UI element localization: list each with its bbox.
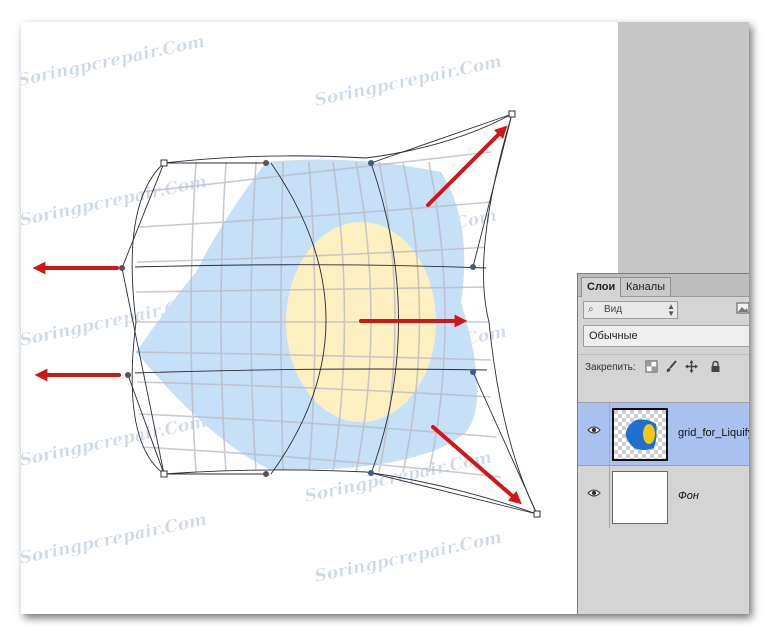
watermark-text: Soringpcrepair.Com [21,510,209,569]
corner-handle [160,159,168,167]
watermark-text: Soringpcrepair.Com [21,412,209,471]
layer-thumbnail [612,471,668,524]
chevron-updown-icon: ▲ ▼ [667,302,675,318]
corner-handle [508,110,516,118]
tab-channels[interactable]: Каналы [620,277,672,296]
blend-mode-label: Обычные [589,330,638,342]
layer-row-grid-for-liquify[interactable]: grid_for_Liquify [578,402,749,465]
tab-layers[interactable]: Слои [581,277,622,297]
visibility-divider [609,466,610,528]
lock-icon[interactable] [709,360,722,373]
control-point [368,470,374,476]
control-point [263,471,269,477]
corner-handle [160,470,168,478]
blend-mode-select[interactable]: Обычные [583,325,749,347]
watermark-text: Soringpcrepair.Com [21,172,209,231]
layer-thumbnail [612,408,668,461]
lock-transparency-icon[interactable] [645,360,658,373]
eye-icon[interactable] [587,425,601,435]
image-filter-icon[interactable] [736,302,749,315]
search-icon: ⌕ [588,304,594,315]
watermark-text: Soringpcrepair.Com [313,52,504,111]
layer-name: Фон [678,490,699,502]
move-icon[interactable] [685,360,698,373]
panel-tab-bar: Слои Каналы [578,274,749,297]
brush-icon[interactable] [665,360,678,373]
visibility-divider [609,403,610,465]
control-point [263,160,269,166]
canvas-artwork: Soringpcrepair.Com Soringpcrepair.Com So… [21,31,541,587]
watermark-text: Soringpcrepair.Com [313,528,504,587]
layer-name: grid_for_Liquify [678,427,749,439]
control-point [368,160,374,166]
watermark-text: Soringpcrepair.Com [21,32,207,91]
layer-filter-label: Вид [604,304,623,315]
screenshot-frame: Soringpcrepair.Com Soringpcrepair.Com So… [21,22,749,614]
corner-handle [533,510,541,518]
lock-label: Закрепить: [585,362,636,373]
control-point [470,369,476,375]
eye-icon[interactable] [587,488,601,498]
control-point [125,372,131,378]
layers-panel: Слои Каналы ⌕ Вид ▲▼ Обычные Закрепить: [577,273,749,614]
layer-row-background[interactable]: Фон [578,465,749,528]
control-point [470,264,476,270]
lock-row: Закрепить: [578,354,749,377]
layer-filter-select[interactable]: ⌕ Вид ▲ ▼ [583,301,678,319]
document-canvas[interactable]: Soringpcrepair.Com Soringpcrepair.Com So… [21,22,618,614]
control-point [119,265,125,271]
